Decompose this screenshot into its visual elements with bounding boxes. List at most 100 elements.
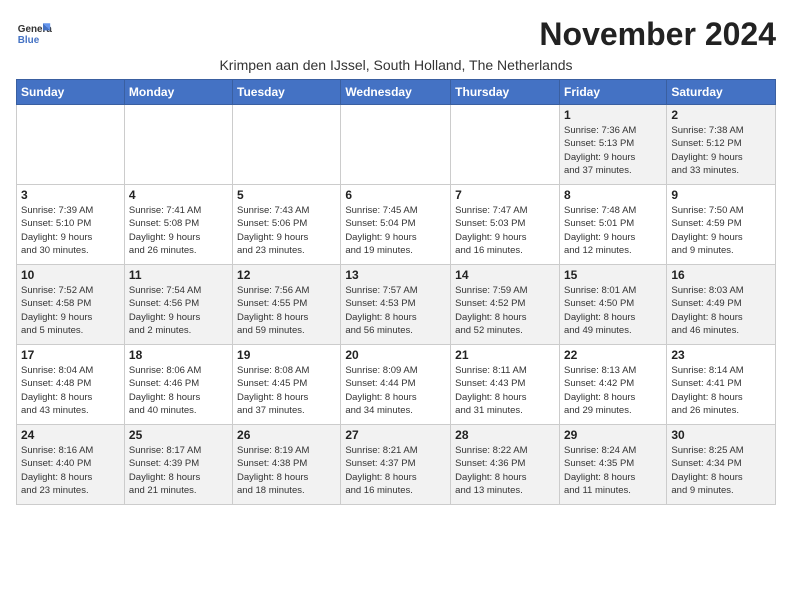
- day-info: Sunrise: 7:41 AM Sunset: 5:08 PM Dayligh…: [129, 204, 228, 257]
- logo: General Blue: [16, 16, 52, 52]
- calendar-cell: 24 Sunrise: 8:16 AM Sunset: 4:40 PM Dayli…: [17, 425, 125, 505]
- day-number: 3: [21, 188, 120, 202]
- calendar-cell: 22Sunrise: 8:13 AM Sunset: 4:42 PM Dayli…: [559, 345, 666, 425]
- calendar-cell: 2 Sunrise: 7:38 AM Sunset: 5:12 PM Daylig…: [667, 105, 776, 185]
- day-info: Sunrise: 7:38 AM Sunset: 5:12 PM Dayligh…: [671, 124, 771, 177]
- day-info: Sunrise: 8:09 AM Sunset: 4:44 PM Dayligh…: [345, 364, 446, 417]
- day-info: Sunrise: 8:16 AM Sunset: 4:40 PM Dayligh…: [21, 444, 120, 497]
- calendar-cell: 21Sunrise: 8:11 AM Sunset: 4:43 PM Dayli…: [451, 345, 560, 425]
- calendar-header-friday: Friday: [559, 80, 666, 105]
- day-info: Sunrise: 7:56 AM Sunset: 4:55 PM Dayligh…: [237, 284, 336, 337]
- calendar-cell: 25 Sunrise: 8:17 AM Sunset: 4:39 PM Dayli…: [124, 425, 232, 505]
- day-number: 28: [455, 428, 555, 442]
- calendar-cell: [17, 105, 125, 185]
- month-title: November 2024: [539, 16, 776, 53]
- calendar-header-row: SundayMondayTuesdayWednesdayThursdayFrid…: [17, 80, 776, 105]
- calendar-cell: [341, 105, 451, 185]
- day-info: Sunrise: 8:03 AM Sunset: 4:49 PM Dayligh…: [671, 284, 771, 337]
- day-number: 22: [564, 348, 662, 362]
- day-number: 12: [237, 268, 336, 282]
- day-info: Sunrise: 8:22 AM Sunset: 4:36 PM Dayligh…: [455, 444, 555, 497]
- calendar-cell: 14 Sunrise: 7:59 AM Sunset: 4:52 PM Dayli…: [451, 265, 560, 345]
- calendar-cell: 5 Sunrise: 7:43 AM Sunset: 5:06 PM Daylig…: [233, 185, 341, 265]
- svg-text:Blue: Blue: [18, 35, 40, 46]
- day-number: 26: [237, 428, 336, 442]
- calendar: SundayMondayTuesdayWednesdayThursdayFrid…: [16, 79, 776, 505]
- calendar-week-row: 24 Sunrise: 8:16 AM Sunset: 4:40 PM Dayli…: [17, 425, 776, 505]
- day-info: Sunrise: 8:17 AM Sunset: 4:39 PM Dayligh…: [129, 444, 228, 497]
- day-info: Sunrise: 7:47 AM Sunset: 5:03 PM Dayligh…: [455, 204, 555, 257]
- day-number: 24: [21, 428, 120, 442]
- calendar-cell: 10 Sunrise: 7:52 AM Sunset: 4:58 PM Dayli…: [17, 265, 125, 345]
- day-number: 8: [564, 188, 662, 202]
- day-number: 19: [237, 348, 336, 362]
- day-number: 2: [671, 108, 771, 122]
- calendar-cell: 15 Sunrise: 8:01 AM Sunset: 4:50 PM Dayli…: [559, 265, 666, 345]
- calendar-cell: 18 Sunrise: 8:06 AM Sunset: 4:46 PM Dayli…: [124, 345, 232, 425]
- day-number: 7: [455, 188, 555, 202]
- day-info: Sunrise: 7:50 AM Sunset: 4:59 PM Dayligh…: [671, 204, 771, 257]
- general-blue-icon: General Blue: [16, 16, 52, 52]
- calendar-cell: 23Sunrise: 8:14 AM Sunset: 4:41 PM Dayli…: [667, 345, 776, 425]
- calendar-cell: 1 Sunrise: 7:36 AM Sunset: 5:13 PM Daylig…: [559, 105, 666, 185]
- day-number: 30: [671, 428, 771, 442]
- day-info: Sunrise: 8:25 AM Sunset: 4:34 PM Dayligh…: [671, 444, 771, 497]
- day-number: 6: [345, 188, 446, 202]
- day-info: Sunrise: 8:06 AM Sunset: 4:46 PM Dayligh…: [129, 364, 228, 417]
- day-info: Sunrise: 7:43 AM Sunset: 5:06 PM Dayligh…: [237, 204, 336, 257]
- calendar-cell: [233, 105, 341, 185]
- day-number: 23: [671, 348, 771, 362]
- day-number: 16: [671, 268, 771, 282]
- day-number: 13: [345, 268, 446, 282]
- calendar-cell: 16 Sunrise: 8:03 AM Sunset: 4:49 PM Dayli…: [667, 265, 776, 345]
- day-number: 5: [237, 188, 336, 202]
- day-info: Sunrise: 8:08 AM Sunset: 4:45 PM Dayligh…: [237, 364, 336, 417]
- calendar-cell: 11 Sunrise: 7:54 AM Sunset: 4:56 PM Dayli…: [124, 265, 232, 345]
- calendar-header-tuesday: Tuesday: [233, 80, 341, 105]
- day-info: Sunrise: 7:39 AM Sunset: 5:10 PM Dayligh…: [21, 204, 120, 257]
- calendar-cell: 30 Sunrise: 8:25 AM Sunset: 4:34 PM Dayli…: [667, 425, 776, 505]
- day-info: Sunrise: 7:59 AM Sunset: 4:52 PM Dayligh…: [455, 284, 555, 337]
- calendar-cell: 3 Sunrise: 7:39 AM Sunset: 5:10 PM Daylig…: [17, 185, 125, 265]
- day-info: Sunrise: 7:52 AM Sunset: 4:58 PM Dayligh…: [21, 284, 120, 337]
- calendar-week-row: 3 Sunrise: 7:39 AM Sunset: 5:10 PM Daylig…: [17, 185, 776, 265]
- day-number: 11: [129, 268, 228, 282]
- day-number: 18: [129, 348, 228, 362]
- calendar-cell: [124, 105, 232, 185]
- calendar-header-wednesday: Wednesday: [341, 80, 451, 105]
- calendar-cell: 12 Sunrise: 7:56 AM Sunset: 4:55 PM Dayli…: [233, 265, 341, 345]
- header: General Blue November 2024: [16, 16, 776, 53]
- day-info: Sunrise: 8:19 AM Sunset: 4:38 PM Dayligh…: [237, 444, 336, 497]
- day-info: Sunrise: 8:01 AM Sunset: 4:50 PM Dayligh…: [564, 284, 662, 337]
- calendar-cell: 4Sunrise: 7:41 AM Sunset: 5:08 PM Daylig…: [124, 185, 232, 265]
- calendar-cell: 19 Sunrise: 8:08 AM Sunset: 4:45 PM Dayli…: [233, 345, 341, 425]
- day-number: 14: [455, 268, 555, 282]
- day-number: 20: [345, 348, 446, 362]
- day-info: Sunrise: 8:21 AM Sunset: 4:37 PM Dayligh…: [345, 444, 446, 497]
- calendar-cell: 29Sunrise: 8:24 AM Sunset: 4:35 PM Dayli…: [559, 425, 666, 505]
- calendar-header-thursday: Thursday: [451, 80, 560, 105]
- day-number: 15: [564, 268, 662, 282]
- calendar-cell: [451, 105, 560, 185]
- day-info: Sunrise: 7:54 AM Sunset: 4:56 PM Dayligh…: [129, 284, 228, 337]
- calendar-week-row: 1 Sunrise: 7:36 AM Sunset: 5:13 PM Daylig…: [17, 105, 776, 185]
- day-number: 1: [564, 108, 662, 122]
- day-info: Sunrise: 7:57 AM Sunset: 4:53 PM Dayligh…: [345, 284, 446, 337]
- calendar-cell: 17 Sunrise: 8:04 AM Sunset: 4:48 PM Dayli…: [17, 345, 125, 425]
- day-info: Sunrise: 7:36 AM Sunset: 5:13 PM Dayligh…: [564, 124, 662, 177]
- day-info: Sunrise: 8:11 AM Sunset: 4:43 PM Dayligh…: [455, 364, 555, 417]
- day-info: Sunrise: 8:04 AM Sunset: 4:48 PM Dayligh…: [21, 364, 120, 417]
- day-number: 25: [129, 428, 228, 442]
- day-number: 10: [21, 268, 120, 282]
- calendar-cell: 20 Sunrise: 8:09 AM Sunset: 4:44 PM Dayli…: [341, 345, 451, 425]
- calendar-header-saturday: Saturday: [667, 80, 776, 105]
- calendar-header-monday: Monday: [124, 80, 232, 105]
- calendar-cell: 27 Sunrise: 8:21 AM Sunset: 4:37 PM Dayli…: [341, 425, 451, 505]
- calendar-week-row: 17 Sunrise: 8:04 AM Sunset: 4:48 PM Dayli…: [17, 345, 776, 425]
- calendar-cell: 7 Sunrise: 7:47 AM Sunset: 5:03 PM Daylig…: [451, 185, 560, 265]
- day-number: 27: [345, 428, 446, 442]
- calendar-header-sunday: Sunday: [17, 80, 125, 105]
- day-info: Sunrise: 7:48 AM Sunset: 5:01 PM Dayligh…: [564, 204, 662, 257]
- day-number: 17: [21, 348, 120, 362]
- day-number: 9: [671, 188, 771, 202]
